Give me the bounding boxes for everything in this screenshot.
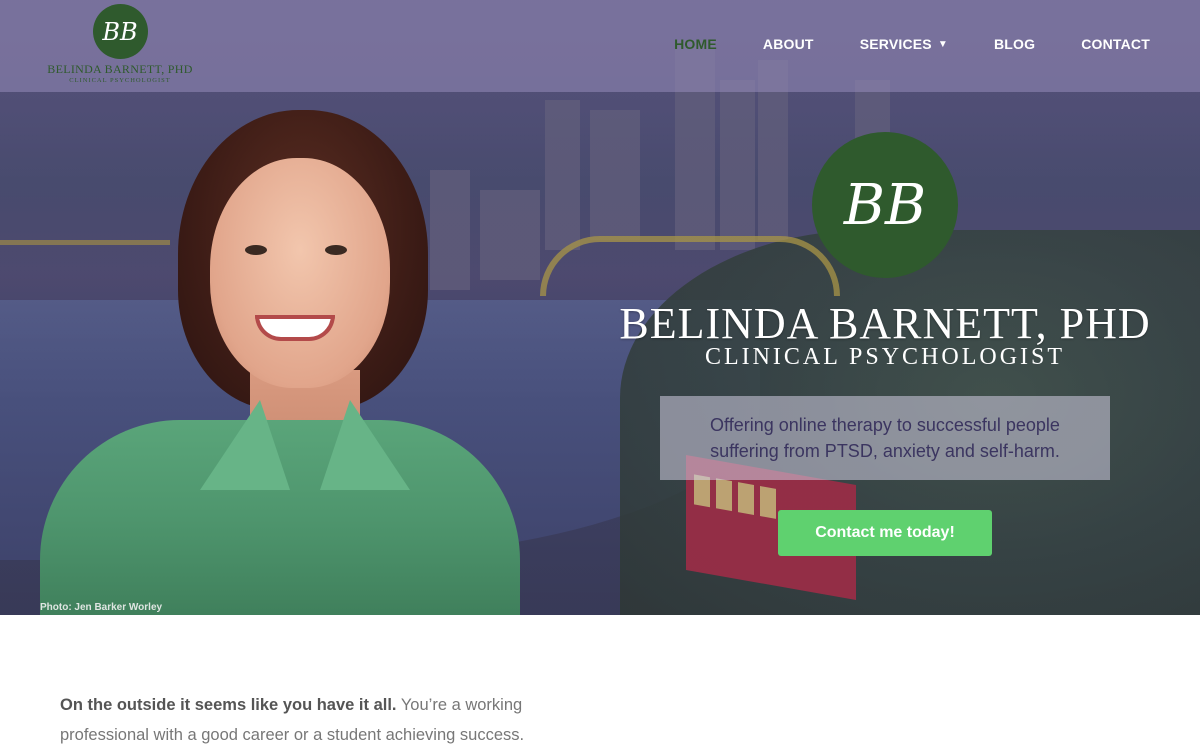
nav-contact[interactable]: CONTACT [1081, 36, 1150, 52]
intro-paragraph: On the outside it seems like you have it… [60, 690, 600, 750]
hero-title: BELINDA BARNETT, PHD [619, 299, 1151, 348]
logo-name: BELINDA BARNETT, PHD [47, 62, 193, 76]
portrait-eye [245, 245, 267, 255]
intro-lead-bold: On the outside it seems like you have it… [60, 696, 397, 714]
portrait-face [210, 158, 390, 388]
main-nav: HOME ABOUT SERVICES ▼ BLOG CONTACT [674, 36, 1150, 52]
photo-credit: Photo: Jen Barker Worley [40, 602, 163, 613]
hero-tagline: Offering online therapy to successful pe… [660, 396, 1110, 480]
contact-cta-button[interactable]: Contact me today! [778, 510, 992, 556]
nav-blog-label: BLOG [993, 36, 1036, 52]
nav-home[interactable]: HOME [674, 36, 717, 52]
portrait-collar [200, 400, 290, 490]
logo-subtitle: CLINICAL PSYCHOLOGIST [69, 77, 171, 84]
logo-monogram: BB [92, 4, 148, 59]
nav-about-label: ABOUT [762, 36, 814, 52]
chevron-down-icon: ▼ [937, 38, 948, 50]
portrait-eye [325, 245, 347, 255]
portrait-photo [30, 100, 520, 615]
hero-section: Photo: Jen Barker Worley BB BELINDA BARN… [0, 0, 1200, 615]
portrait-collar [320, 400, 410, 490]
nav-about[interactable]: ABOUT [763, 36, 814, 52]
site-header: BB BELINDA BARNETT, PHD CLINICAL PSYCHOL… [0, 0, 1200, 92]
nav-home-label: HOME [674, 36, 717, 52]
nav-blog[interactable]: BLOG [994, 36, 1035, 52]
nav-contact-label: CONTACT [1081, 36, 1150, 52]
hero-subtitle: CLINICAL PSYCHOLOGIST [704, 344, 1066, 370]
nav-services[interactable]: SERVICES ▼ [860, 36, 948, 52]
nav-services-label: SERVICES [859, 36, 932, 52]
site-logo[interactable]: BB BELINDA BARNETT, PHD CLINICAL PSYCHOL… [40, 4, 200, 84]
hero-monogram-logo: BB [812, 132, 958, 278]
